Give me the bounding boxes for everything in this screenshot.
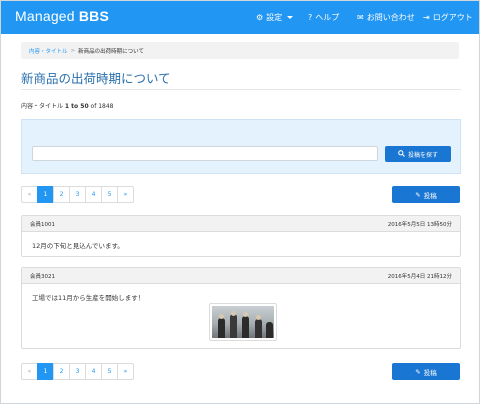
post-header: 会員3021 2016年5月4日 21時12分 [22,268,460,284]
pagination-page[interactable]: 4 [85,186,102,203]
pagination-page[interactable]: 2 [53,363,70,380]
post-author: 会員3021 [30,273,55,280]
search-icon [398,149,405,159]
breadcrumb-separator: > [70,47,76,54]
logout-label: ログアウト [432,13,473,22]
sign-out-icon: ⇥ [423,13,430,22]
new-post-button[interactable]: ✎ 投稿 [392,363,460,380]
result-count-prefix: 内容・タイトル [21,103,65,110]
result-count-range: 1 to 50 [64,103,89,110]
result-count-of: of [88,103,99,110]
breadcrumb-current: 新商品の出荷時期について [78,48,144,55]
result-count-total: 1848 [98,103,114,110]
search-button-label: 投稿を探す [407,151,438,159]
settings-label: 設定 [266,13,283,22]
divider [21,89,461,90]
contact-link[interactable]: ✉ お問い合わせ [357,1,415,34]
breadcrumb: 内容・タイトル > 新商品の出荷時期について [21,42,459,59]
brand-logo[interactable]: Managed BBS [15,8,109,24]
question-circle-icon: ? [308,13,313,22]
post-date: 2016年5月5日 13時50分 [387,221,452,228]
search-button[interactable]: 投稿を探す [385,146,451,162]
pagination-page[interactable]: 5 [101,363,118,380]
pagination-page[interactable]: 1 [37,363,54,380]
pagination-next[interactable]: » [117,186,134,203]
contact-label: お問い合わせ [366,13,415,22]
pagination-page[interactable]: 3 [69,363,86,380]
post-header: 会員1001 2016年5月5日 13時50分 [22,216,460,232]
post-card: 会員3021 2016年5月4日 21時12分 工場では11月から生産を開始しま… [21,267,461,349]
new-post-label: 投稿 [423,191,437,200]
pagination-prev[interactable]: « [21,363,38,380]
pagination-top: « 1 2 3 4 5 » [21,186,134,203]
pagination-page[interactable]: 3 [69,186,86,203]
app-frame: Managed BBS ⚙ 設定 ? ヘルプ ✉ お問い合わせ ⇥ ログアウト … [0,0,480,404]
search-panel: 投稿を探す [21,119,461,174]
post-body: 12月の下旬と見込んでいます。 [32,242,124,250]
pencil-icon: ✎ [415,367,421,376]
result-count: 内容・タイトル 1 to 50 of 1848 [21,101,114,110]
pagination-page[interactable]: 5 [101,186,118,203]
help-link[interactable]: ? ヘルプ [308,1,339,34]
pencil-icon: ✎ [415,190,421,199]
help-label: ヘルプ [315,13,340,22]
breadcrumb-item[interactable]: 内容・タイトル [29,47,68,55]
envelope-icon: ✉ [357,13,364,22]
pagination-page[interactable]: 2 [53,186,70,203]
post-card: 会員1001 2016年5月5日 13時50分 12月の下旬と見込んでいます。 [21,215,461,257]
gear-icon: ⚙ [256,13,264,22]
page-title: 新商品の出荷時期について [21,71,171,86]
brand-bold: BBS [78,8,110,24]
factory-workers-photo [212,306,274,338]
post-date: 2016年5月4日 21時12分 [387,273,452,280]
pagination-bottom: « 1 2 3 4 5 » [21,363,134,380]
new-post-button[interactable]: ✎ 投稿 [392,186,460,203]
navbar: Managed BBS ⚙ 設定 ? ヘルプ ✉ お問い合わせ ⇥ ログアウト [1,1,479,34]
new-post-label: 投稿 [423,368,437,377]
pagination-page[interactable]: 1 [37,186,54,203]
post-author: 会員1001 [30,221,55,228]
settings-dropdown[interactable]: ⚙ 設定 [256,1,294,34]
pagination-next[interactable]: » [117,363,134,380]
pagination-prev[interactable]: « [21,186,38,203]
search-input[interactable] [32,146,378,161]
pagination-page[interactable]: 4 [85,363,102,380]
chevron-down-icon [287,16,294,19]
post-image-thumbnail[interactable] [209,303,277,341]
brand-prefix: Managed [15,8,79,24]
logout-link[interactable]: ⇥ ログアウト [423,1,473,34]
